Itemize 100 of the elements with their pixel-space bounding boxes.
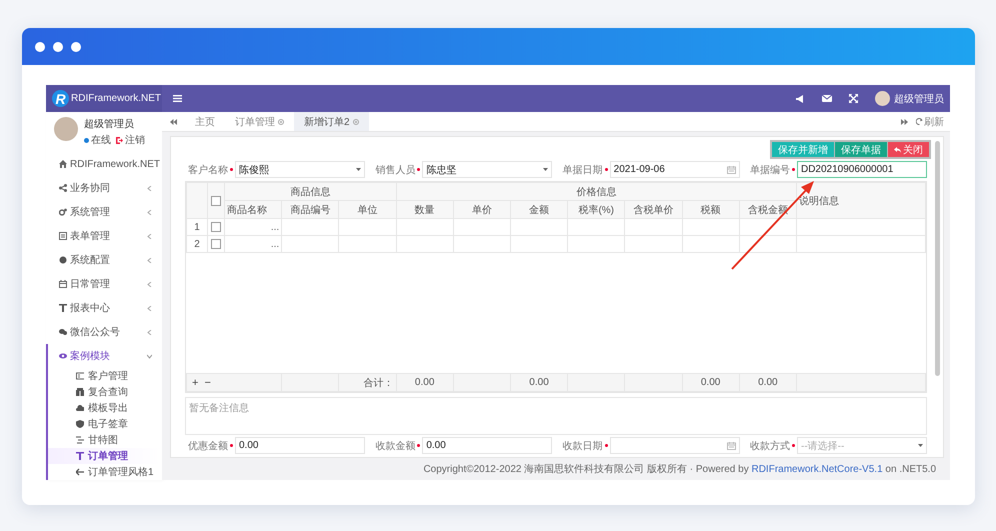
app-logo-text: RDIFramework.NET [71,93,162,104]
dropdown[interactable]: 陈俊熙 [235,161,365,178]
menu-item[interactable]: 系统管理 [46,200,162,224]
calendar-icon [726,166,736,174]
field-label: 销售人员 [375,164,416,176]
total-value: 0.00 [510,374,568,392]
column-group-header: 说明信息 [796,182,926,218]
select-all-checkbox[interactable] [211,196,221,206]
status-text: 在线 [91,134,111,147]
menu-item[interactable]: 微信公众号 [46,320,162,344]
chevron-left-icon [147,186,152,190]
calendar-icon [726,442,736,450]
avatar-icon [875,91,890,106]
expand-icon [849,94,858,103]
picker-button[interactable]: ... [270,238,280,250]
field-label: 单据日期 [562,164,603,176]
submenu-item[interactable]: 客户管理 [48,368,162,384]
chevron-left-icon [147,282,152,286]
circle-icon [59,256,67,264]
field-label: 客户名称 [188,164,228,176]
submenu-item[interactable]: 模板导出 [48,400,162,416]
eye-icon [59,352,67,360]
bars-icon [76,436,84,444]
input-field[interactable]: 0.00 [235,437,365,454]
online-dot-icon [84,138,89,142]
total-value: 0.00 [682,374,740,392]
submenu-item[interactable]: 甘特图 [48,432,162,448]
submenu-item[interactable]: 订单管理风格1 [48,464,162,480]
tab[interactable]: 主页 [185,112,225,131]
chevron-left-icon [147,234,152,238]
card-icon [76,372,84,380]
menu-item[interactable]: 案例模块 [48,344,162,368]
total-label: 合计： [338,374,396,392]
logout-icon [116,136,123,144]
close-icon [278,118,284,124]
submenu-item[interactable]: 电子签章 [48,416,162,432]
menu-item[interactable]: 表单管理 [46,224,162,248]
field-label: 收款日期 [562,440,603,452]
tab[interactable]: 新增订单2 [294,112,369,131]
dropdown-caret-icon [918,444,923,447]
column-group-header: 商品信息 [224,182,396,200]
chevron-left-icon [147,210,152,214]
submenu-item[interactable]: 复合查询 [48,384,162,400]
remarks-field[interactable]: 暂无备注信息 [185,397,927,435]
dropdown-caret-icon [356,168,361,171]
field-label: 收款金额 [375,440,416,452]
field-label: 单据编号 [750,164,790,176]
remove-row-button[interactable]: − [204,376,211,388]
home-icon [59,160,67,168]
copyright-text: Copyright©2012-2022 海南国思软件科技有限公司 版权所有 · Powered by RDIFramework.NetCore-V5.1 on .NET5.0 [423,462,936,476]
avatar-icon [54,117,78,141]
dropdown[interactable]: 陈忠坚 [422,161,552,178]
row-checkbox[interactable] [211,239,221,249]
column-header: 商品编号 [282,200,339,218]
binoculars-icon [76,388,84,396]
column-header: 商品名称 [224,200,282,218]
user-name: 超级管理员 [84,118,135,131]
menu-icon [173,95,182,102]
chat-icon [59,328,67,336]
column-header: 金额 [510,200,568,218]
row-number: 1 [186,218,208,236]
shield-icon [76,420,84,428]
menu-item[interactable]: 报表中心 [46,296,162,320]
submenu-item[interactable]: 订单管理 [48,448,162,464]
reply-icon [894,146,901,152]
menu-item[interactable]: 日常管理 [46,272,162,296]
tab[interactable]: 订单管理 [225,112,294,131]
date-field[interactable]: 2021-09-06 [610,161,740,178]
scrollbar[interactable] [935,141,940,376]
menu-item[interactable]: 系统配置 [46,248,162,272]
column-header: 数量 [396,200,454,218]
total-value: 0.00 [739,374,796,392]
share-icon [59,184,67,192]
column-header: 单位 [338,200,396,218]
powered-by-link[interactable]: RDIFramework.NetCore-V5.1 [751,464,883,475]
total-value: 0.00 [396,374,454,392]
window-dot-icon [35,42,45,52]
gears-icon [59,208,67,216]
picker-button[interactable]: ... [270,222,280,232]
input-field[interactable]: DD20210906000001 [796,161,927,178]
input-field[interactable]: 0.00 [422,437,552,454]
menu-item[interactable]: 业务协同 [46,176,162,200]
close-button[interactable]: 关闭 [888,142,929,157]
cloud-icon [76,404,84,412]
user-name[interactable]: 超级管理员 [894,92,944,106]
menu-item[interactable]: RDIFramework.NET [46,152,162,176]
row-number: 2 [186,236,208,252]
logout-link[interactable]: 注销 [125,133,145,147]
row-checkbox[interactable] [211,222,221,232]
date-field[interactable] [610,437,740,454]
add-row-button[interactable]: + [192,376,198,388]
chevron-left-icon [147,330,152,334]
window-dot-icon [71,42,81,52]
chevron-left-icon [147,306,152,310]
refresh-button[interactable]: 刷新 [916,114,950,128]
refresh-icon [916,118,923,125]
window-dot-icon [53,42,63,52]
column-header: 单价 [453,200,510,218]
double-right-icon [901,118,908,124]
chevron-down-icon [147,354,152,358]
